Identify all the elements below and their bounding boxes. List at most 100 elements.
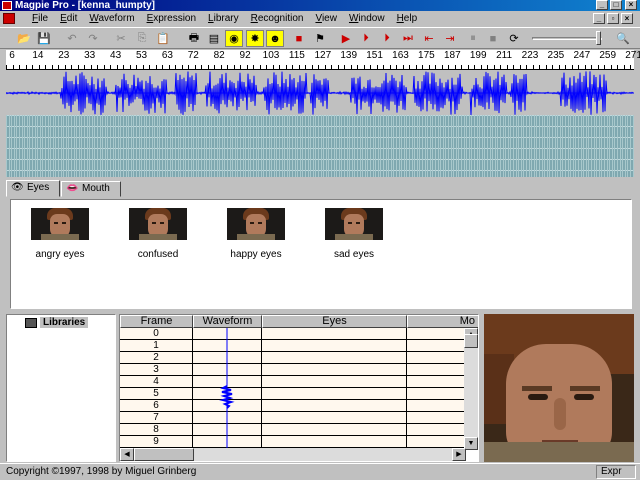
menu-expression[interactable]: Expression [141,13,202,25]
col-header-eyes[interactable]: Eyes [262,315,407,328]
play-selection-icon[interactable]: ⏵ [357,30,375,47]
doc-minimize-button[interactable]: _ [593,13,605,24]
document-icon[interactable] [3,13,15,24]
col-header-frame[interactable]: Frame [120,315,193,328]
table-row[interactable]: 7 [120,412,466,424]
menu-view[interactable]: View [309,13,343,25]
thumb-shirt [139,234,177,240]
save-icon[interactable]: 💾 [35,30,53,47]
face-tool-icon[interactable]: ◉ [225,30,243,47]
film-icon[interactable]: ▤ [205,30,223,47]
magpie-app-icon[interactable] [2,1,12,10]
table-row[interactable]: 3 [120,364,466,376]
table-row[interactable]: 0 [120,328,466,340]
dictionary-icon[interactable]: ⚑ [311,30,329,47]
people-icon[interactable]: ☻ [266,30,284,47]
pause-icon[interactable]: ⏸ [464,30,482,47]
tab-eyes[interactable]: 👁 Eyes [6,180,60,197]
table-row[interactable]: 5 [120,388,466,400]
undo-icon[interactable]: ↶ [63,30,81,47]
timeline-frame-line [125,115,127,177]
timeline-frame-line [208,115,210,177]
redo-icon[interactable]: ↷ [84,30,102,47]
timeline-frame-line [172,115,174,177]
table-row[interactable]: 6 [120,400,466,412]
ruler-tick-label: 151 [366,50,383,61]
timeline-frame-line [198,115,200,177]
timeline-frame-line [401,115,403,177]
doc-close-button[interactable]: × [621,13,633,24]
timeline-tracks[interactable] [6,115,634,177]
doc-restore-button[interactable]: ▫ [607,13,619,24]
record-icon[interactable]: ■ [290,30,308,47]
hscroll-thumb[interactable] [134,448,194,461]
menu-waveform[interactable]: Waveform [83,13,140,25]
sparkle-icon[interactable]: ✸ [246,30,264,47]
timeline-frame-line [190,115,192,177]
close-button[interactable]: × [625,0,637,10]
thumb-eye [152,222,156,224]
timeline-frame-line [302,115,304,177]
expression-item[interactable]: sad eyes [309,208,399,260]
timeline-frame-line [541,115,543,177]
menu-file[interactable]: File [26,13,54,25]
scroll-left-button[interactable]: ◀ [120,448,134,461]
stop-icon[interactable]: ■ [484,30,502,47]
menu-help[interactable]: Help [391,13,424,25]
timeline-frame-line [146,115,148,177]
ruler-tick [461,65,462,69]
cut-icon[interactable]: ✂ [112,30,130,47]
print-icon[interactable]: 🖶 [185,30,203,47]
timeline-frame-line [489,115,491,177]
volume-slider-thumb[interactable] [596,31,601,45]
thumb-eye [54,222,58,224]
loop-icon[interactable]: ⟳ [505,30,523,47]
ruler-tick [487,65,488,69]
table-row[interactable]: 2 [120,352,466,364]
expression-item[interactable]: confused [113,208,203,260]
expression-item[interactable]: angry eyes [15,208,105,260]
scroll-right-button[interactable]: ▶ [452,448,466,461]
table-row[interactable]: 1 [120,340,466,352]
menu-edit[interactable]: Edit [54,13,83,25]
timeline-frame-line [219,115,221,177]
libraries-label[interactable]: Libraries [40,317,89,328]
ruler-tick [532,65,534,69]
open-icon[interactable]: 📂 [15,30,33,47]
tab-mouth[interactable]: 👄 Mouth [61,181,121,197]
minimize-button[interactable]: _ [596,0,608,10]
frame-ruler[interactable]: 6 14 23 33 43 53 63 72 82 92 103 115 127 139 151 163 175… [6,50,640,70]
timeline-frame-line [523,115,525,177]
ruler-tick [181,65,183,69]
timeline-frame-line [580,115,582,177]
libraries-tree[interactable]: Libraries [6,314,116,462]
play-loop-icon[interactable]: ⏵ [378,30,396,47]
vertical-scrollbar[interactable]: ▲ ▼ [464,328,478,450]
volume-slider-track[interactable] [532,37,602,40]
menu-recognition[interactable]: Recognition [245,13,310,25]
table-row[interactable]: 9 [120,436,466,448]
menu-window[interactable]: Window [343,13,391,25]
waveform-view[interactable] [5,71,634,116]
play-icon[interactable]: ▶ [337,30,355,47]
scroll-thumb[interactable] [464,334,478,348]
timeline-frame-line [227,115,228,177]
horizontal-scrollbar[interactable]: ◀ ▶ [120,448,466,461]
timeline-frame-line [237,115,239,177]
exposure-sheet-body[interactable]: 0123456789 [120,328,466,450]
zoom-icon[interactable]: 🔍 [614,30,632,47]
copy-icon[interactable]: ⎘ [133,30,151,47]
table-row[interactable]: 4 [120,376,466,388]
menu-library[interactable]: Library [202,13,245,25]
col-header-waveform[interactable]: Waveform [193,315,262,328]
play-to-end-icon[interactable]: ⏭ [399,30,417,47]
col-header-mouth[interactable]: Mo [407,315,478,328]
maximize-button[interactable]: □ [610,0,622,10]
goto-start-icon[interactable]: ⇤ [420,30,438,47]
timeline-frame-line [289,115,291,177]
expression-item[interactable]: happy eyes [211,208,301,260]
paste-icon[interactable]: 📋 [154,30,172,47]
scroll-down-button[interactable]: ▼ [464,437,478,450]
table-row[interactable]: 8 [120,424,466,436]
goto-end-icon[interactable]: ⇥ [441,30,459,47]
